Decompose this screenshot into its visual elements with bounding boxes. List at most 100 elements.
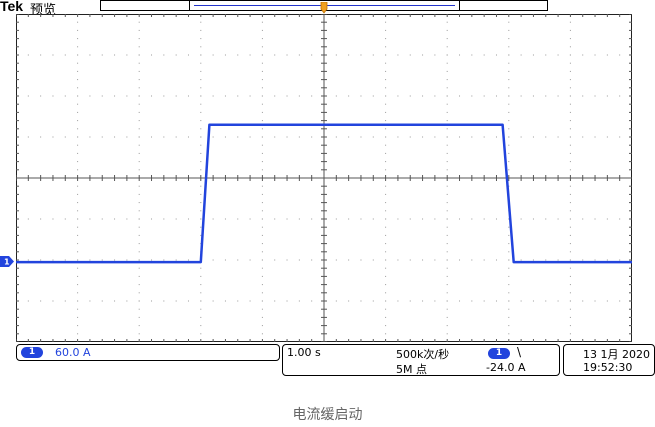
trigger-slope-icon: \ <box>517 345 522 359</box>
grid-dot <box>212 218 214 220</box>
grid-dot <box>508 275 510 277</box>
waveform-graticule <box>16 14 632 342</box>
grid-dot <box>114 54 116 56</box>
grid-dot <box>77 284 79 286</box>
grid-dot <box>77 79 79 81</box>
grid-dot <box>286 218 288 220</box>
grid-dot <box>40 259 42 261</box>
grid-dot <box>508 300 510 302</box>
grid-dot <box>261 202 263 204</box>
grid-dot <box>594 300 596 302</box>
grid-dot <box>224 54 226 56</box>
grid-dot <box>261 87 263 89</box>
grid-dot <box>520 259 522 261</box>
grid-dot <box>508 29 510 31</box>
grid-dot <box>385 120 387 122</box>
grid-dot <box>397 95 399 97</box>
grid-dot <box>101 300 103 302</box>
grid-dot <box>200 333 202 335</box>
grid-dot <box>77 161 79 163</box>
grid-dot <box>40 136 42 138</box>
timebase-readout[interactable]: 1.00 s 500k次/秒 5M 点 1 \ -24.0 A <box>282 344 560 376</box>
grid-dot <box>274 259 276 261</box>
grid-dot <box>508 259 510 261</box>
grid-dot <box>446 152 448 154</box>
grid-dot <box>200 292 202 294</box>
grid-dot <box>237 218 239 220</box>
grid-dot <box>360 136 362 138</box>
grid-dot <box>77 300 79 302</box>
grid-dot <box>89 95 91 97</box>
grid-dot <box>200 120 202 122</box>
grid-dot <box>582 95 584 97</box>
grid-dot <box>582 300 584 302</box>
grid-dot <box>471 259 473 261</box>
grid-dot <box>532 136 534 138</box>
grid-dot <box>422 136 424 138</box>
grid-dot <box>274 300 276 302</box>
grid-dot <box>385 169 387 171</box>
grid-dot <box>569 21 571 23</box>
grid-dot <box>532 54 534 56</box>
grid-dot <box>200 70 202 72</box>
grid-dot <box>434 54 436 56</box>
grid-dot <box>446 292 448 294</box>
grid-dot <box>360 54 362 56</box>
channel-readout[interactable]: 1 60.0 A <box>16 344 280 361</box>
grid-dot <box>385 218 387 220</box>
grid-dot <box>200 267 202 269</box>
grid-dot <box>27 300 29 302</box>
grid-dot <box>138 308 140 310</box>
grid-dot <box>261 103 263 105</box>
grid-dot <box>495 136 497 138</box>
grid-dot <box>385 144 387 146</box>
grid-dot <box>434 136 436 138</box>
grid-dot <box>385 226 387 228</box>
grid-dot <box>385 128 387 130</box>
grid-dot <box>385 300 387 302</box>
grid-dot <box>385 103 387 105</box>
grid-dot <box>471 300 473 302</box>
grid-dot <box>446 87 448 89</box>
grid-dot <box>446 161 448 163</box>
grid-dot <box>200 300 202 302</box>
grid-dot <box>508 21 510 23</box>
grid-dot <box>77 111 79 113</box>
grid-dot <box>274 136 276 138</box>
grid-dot <box>508 251 510 253</box>
grid-dot <box>545 54 547 56</box>
grid-dot <box>52 136 54 138</box>
grid-dot <box>261 284 263 286</box>
grid-dot <box>89 300 91 302</box>
grid-dot <box>261 267 263 269</box>
grid-dot <box>385 87 387 89</box>
grid-dot <box>409 136 411 138</box>
grid-dot <box>569 79 571 81</box>
trigger-position-icon[interactable] <box>320 2 328 14</box>
grid-dot <box>569 275 571 277</box>
grid-dot <box>138 259 140 261</box>
grid-dot <box>446 316 448 318</box>
grid-dot <box>200 308 202 310</box>
grid-dot <box>101 136 103 138</box>
grid-dot <box>446 70 448 72</box>
grid-dot <box>261 79 263 81</box>
grid-dot <box>569 259 571 261</box>
grid-dot <box>619 54 621 56</box>
grid-dot <box>77 87 79 89</box>
grid-dot <box>508 46 510 48</box>
grid-dot <box>594 259 596 261</box>
grid-dot <box>261 169 263 171</box>
grid-dot <box>77 226 79 228</box>
grid-dot <box>385 193 387 195</box>
grid-dot <box>261 111 263 113</box>
grid-dot <box>261 120 263 122</box>
grid-dot <box>483 218 485 220</box>
grid-dot <box>187 95 189 97</box>
grid-dot <box>569 136 571 138</box>
grid-dot <box>52 54 54 56</box>
grid-dot <box>114 95 116 97</box>
grid-dot <box>594 95 596 97</box>
channel-ground-marker[interactable]: 1 <box>0 256 14 267</box>
grid-dot <box>261 46 263 48</box>
